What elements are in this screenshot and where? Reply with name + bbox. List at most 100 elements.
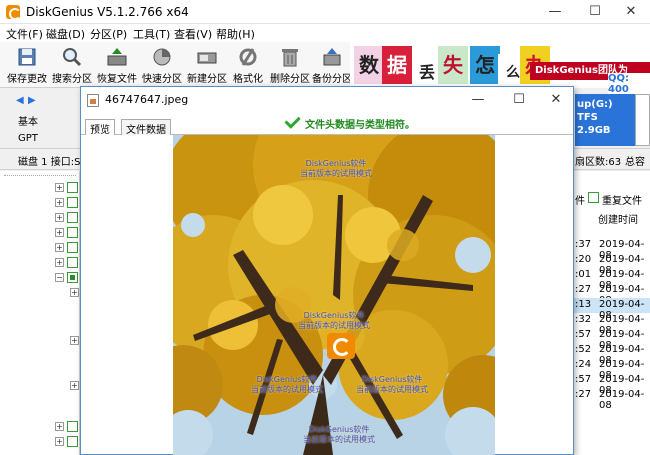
banner-char: 据 [382, 46, 412, 84]
col-created-time[interactable]: 创建时间 [598, 211, 638, 226]
file-row[interactable]: :20 2019-04-08 [573, 253, 650, 276]
banner-char: 失 [438, 46, 468, 84]
tree-checkbox[interactable] [67, 212, 78, 223]
file-row[interactable]: :24 2019-04-08 [573, 358, 650, 381]
file-row[interactable]: :01 2019-04-08 [573, 268, 650, 291]
nav-forward-icon[interactable]: ▶ [28, 95, 36, 106]
duplicate-files-checkbox[interactable] [588, 192, 599, 203]
watermark-line1: DiskGenius软件 [303, 311, 365, 320]
file-row-time: :32 [575, 314, 592, 325]
backup-partition-button[interactable]: 备份分区 [310, 44, 354, 86]
file-row-selected[interactable]: :13 2019-04-08 [573, 298, 650, 321]
duplicate-files-label: 重复文件 [602, 196, 642, 207]
dialog-close-icon[interactable]: ✕ [541, 90, 571, 110]
file-row-date: 2019-04-08 [599, 389, 645, 411]
tree-checkbox[interactable] [67, 227, 78, 238]
tab-preview[interactable]: 预览 [85, 119, 115, 136]
search-partition-label: 搜索分区 [52, 74, 92, 85]
tree-node[interactable]: + [55, 421, 78, 432]
tree-node[interactable]: + [55, 182, 78, 193]
tree-node[interactable]: + [70, 381, 80, 391]
menu-view[interactable]: 查看(V) [174, 26, 212, 42]
watermark-top: DiskGenius软件 当前版本的试用模式 [300, 159, 372, 179]
search-partition-button[interactable]: 搜索分区 [50, 44, 94, 86]
disk-partition-free[interactable] [635, 94, 650, 146]
watermark-right: DiskGenius软件 当前版本的试用模式 [356, 375, 428, 395]
maximize-icon[interactable]: ☐ [578, 2, 612, 22]
nav-back-icon[interactable]: ◀ [16, 95, 24, 106]
partition-fs: TFS [577, 112, 598, 123]
banner-qq: QQ: 400 [608, 73, 650, 95]
tree-checkbox[interactable] [67, 182, 78, 193]
preview-dialog: 46747647.jpeg — ☐ ✕ 预览 文件数据 文件头数据与类型相符。 [80, 86, 574, 455]
tree-checkbox[interactable] [67, 242, 78, 253]
tree-node[interactable]: + [55, 212, 78, 223]
menu-help[interactable]: 帮助(H) [216, 26, 255, 42]
file-list-header-left: 件 [575, 196, 585, 207]
tree-node[interactable]: + [55, 197, 78, 208]
file-row-time: :37 [575, 239, 592, 250]
tree-node[interactable]: + [70, 288, 80, 298]
backup-icon [323, 48, 341, 66]
menu-file[interactable]: 文件(F) [6, 26, 43, 42]
file-row[interactable]: :32 2019-04-08 [573, 313, 650, 336]
partition-size: 2.9GB [577, 125, 611, 136]
tree-node[interactable]: + [55, 257, 78, 268]
directory-tree: + + + + + + − + + + + + [0, 171, 80, 455]
file-row[interactable]: :52 2019-04-08 [573, 343, 650, 366]
menu-partition[interactable]: 分区(P) [90, 26, 127, 42]
image-file-icon [87, 94, 99, 107]
new-partition-label: 新建分区 [187, 74, 227, 85]
file-row[interactable]: :57 2019-04-08 [573, 328, 650, 351]
tree-node[interactable]: + [70, 336, 80, 346]
file-row-time: :01 [575, 269, 592, 280]
tab-file-data[interactable]: 文件数据 [121, 119, 171, 136]
delete-partition-button[interactable]: 删除分区 [268, 44, 312, 86]
tree-checkbox[interactable] [67, 436, 78, 447]
tree-node-expanded[interactable]: − [55, 272, 78, 283]
quick-partition-label: 快速分区 [142, 74, 182, 85]
dialog-filename: 46747647.jpeg [105, 93, 189, 106]
file-header-status-text: 文件头数据与类型相符。 [305, 120, 415, 131]
save-changes-button[interactable]: 保存更改 [5, 44, 49, 86]
menu-tools[interactable]: 工具(T) [133, 26, 170, 42]
preview-image: DiskGenius软件 当前版本的试用模式 DiskGenius软件 当前版本的试… [173, 135, 495, 455]
quick-partition-button[interactable]: 快速分区 [140, 44, 184, 86]
file-row-time: :20 [575, 254, 592, 265]
app-title: DiskGenius V5.1.2.766 x64 [26, 5, 189, 19]
watermark-line1: DiskGenius软件 [361, 375, 423, 384]
total-capacity-text: 总容 [625, 157, 645, 168]
watermark-bottom: DiskGenius软件 当前版本的试用模式 [303, 425, 375, 445]
banner-char: 怎 [470, 46, 500, 84]
watermark-line1: DiskGenius软件 [308, 425, 370, 434]
watermark-line2: 当前版本的试用模式 [298, 321, 370, 330]
close-icon[interactable]: ✕ [614, 2, 648, 22]
tree-checkbox[interactable] [67, 421, 78, 432]
menu-disk[interactable]: 磁盘(D) [46, 26, 85, 42]
tree-node[interactable]: + [55, 436, 78, 447]
tree-checkbox[interactable] [67, 272, 78, 283]
file-row[interactable]: :272019-04-08 [573, 388, 650, 411]
save-changes-label: 保存更改 [7, 74, 47, 85]
minimize-icon[interactable]: — [538, 2, 572, 22]
tree-checkbox[interactable] [67, 197, 78, 208]
tree-checkbox[interactable] [67, 257, 78, 268]
format-button[interactable]: 格式化 [226, 44, 270, 86]
file-row[interactable]: :37 2019-04-08 [573, 238, 650, 261]
partition-label: up(G:) [577, 99, 613, 110]
tree-node[interactable]: + [55, 227, 78, 238]
app-title-bar: DiskGenius V5.1.2.766 x64 — ☐ ✕ [0, 0, 650, 24]
file-row[interactable]: :57 2019-04-08 [573, 373, 650, 396]
recover-files-button[interactable]: 恢复文件 [95, 44, 139, 86]
delete-partition-label: 删除分区 [270, 74, 310, 85]
file-row[interactable]: :272019-04-08 [573, 283, 650, 306]
watermark-line2: 当前版本的试用模式 [356, 385, 428, 394]
disk-partition-block[interactable]: up(G:) TFS 2.9GB [575, 94, 635, 146]
tree-node[interactable]: + [55, 242, 78, 253]
new-partition-button[interactable]: 新建分区 [185, 44, 229, 86]
recover-files-label: 恢复文件 [97, 74, 137, 85]
dialog-maximize-icon[interactable]: ☐ [504, 90, 534, 110]
dialog-title-bar[interactable]: 46747647.jpeg — ☐ ✕ [81, 87, 573, 113]
dialog-minimize-icon[interactable]: — [463, 90, 493, 110]
disk-info-text: 磁盘 1 接口:S [18, 157, 81, 168]
